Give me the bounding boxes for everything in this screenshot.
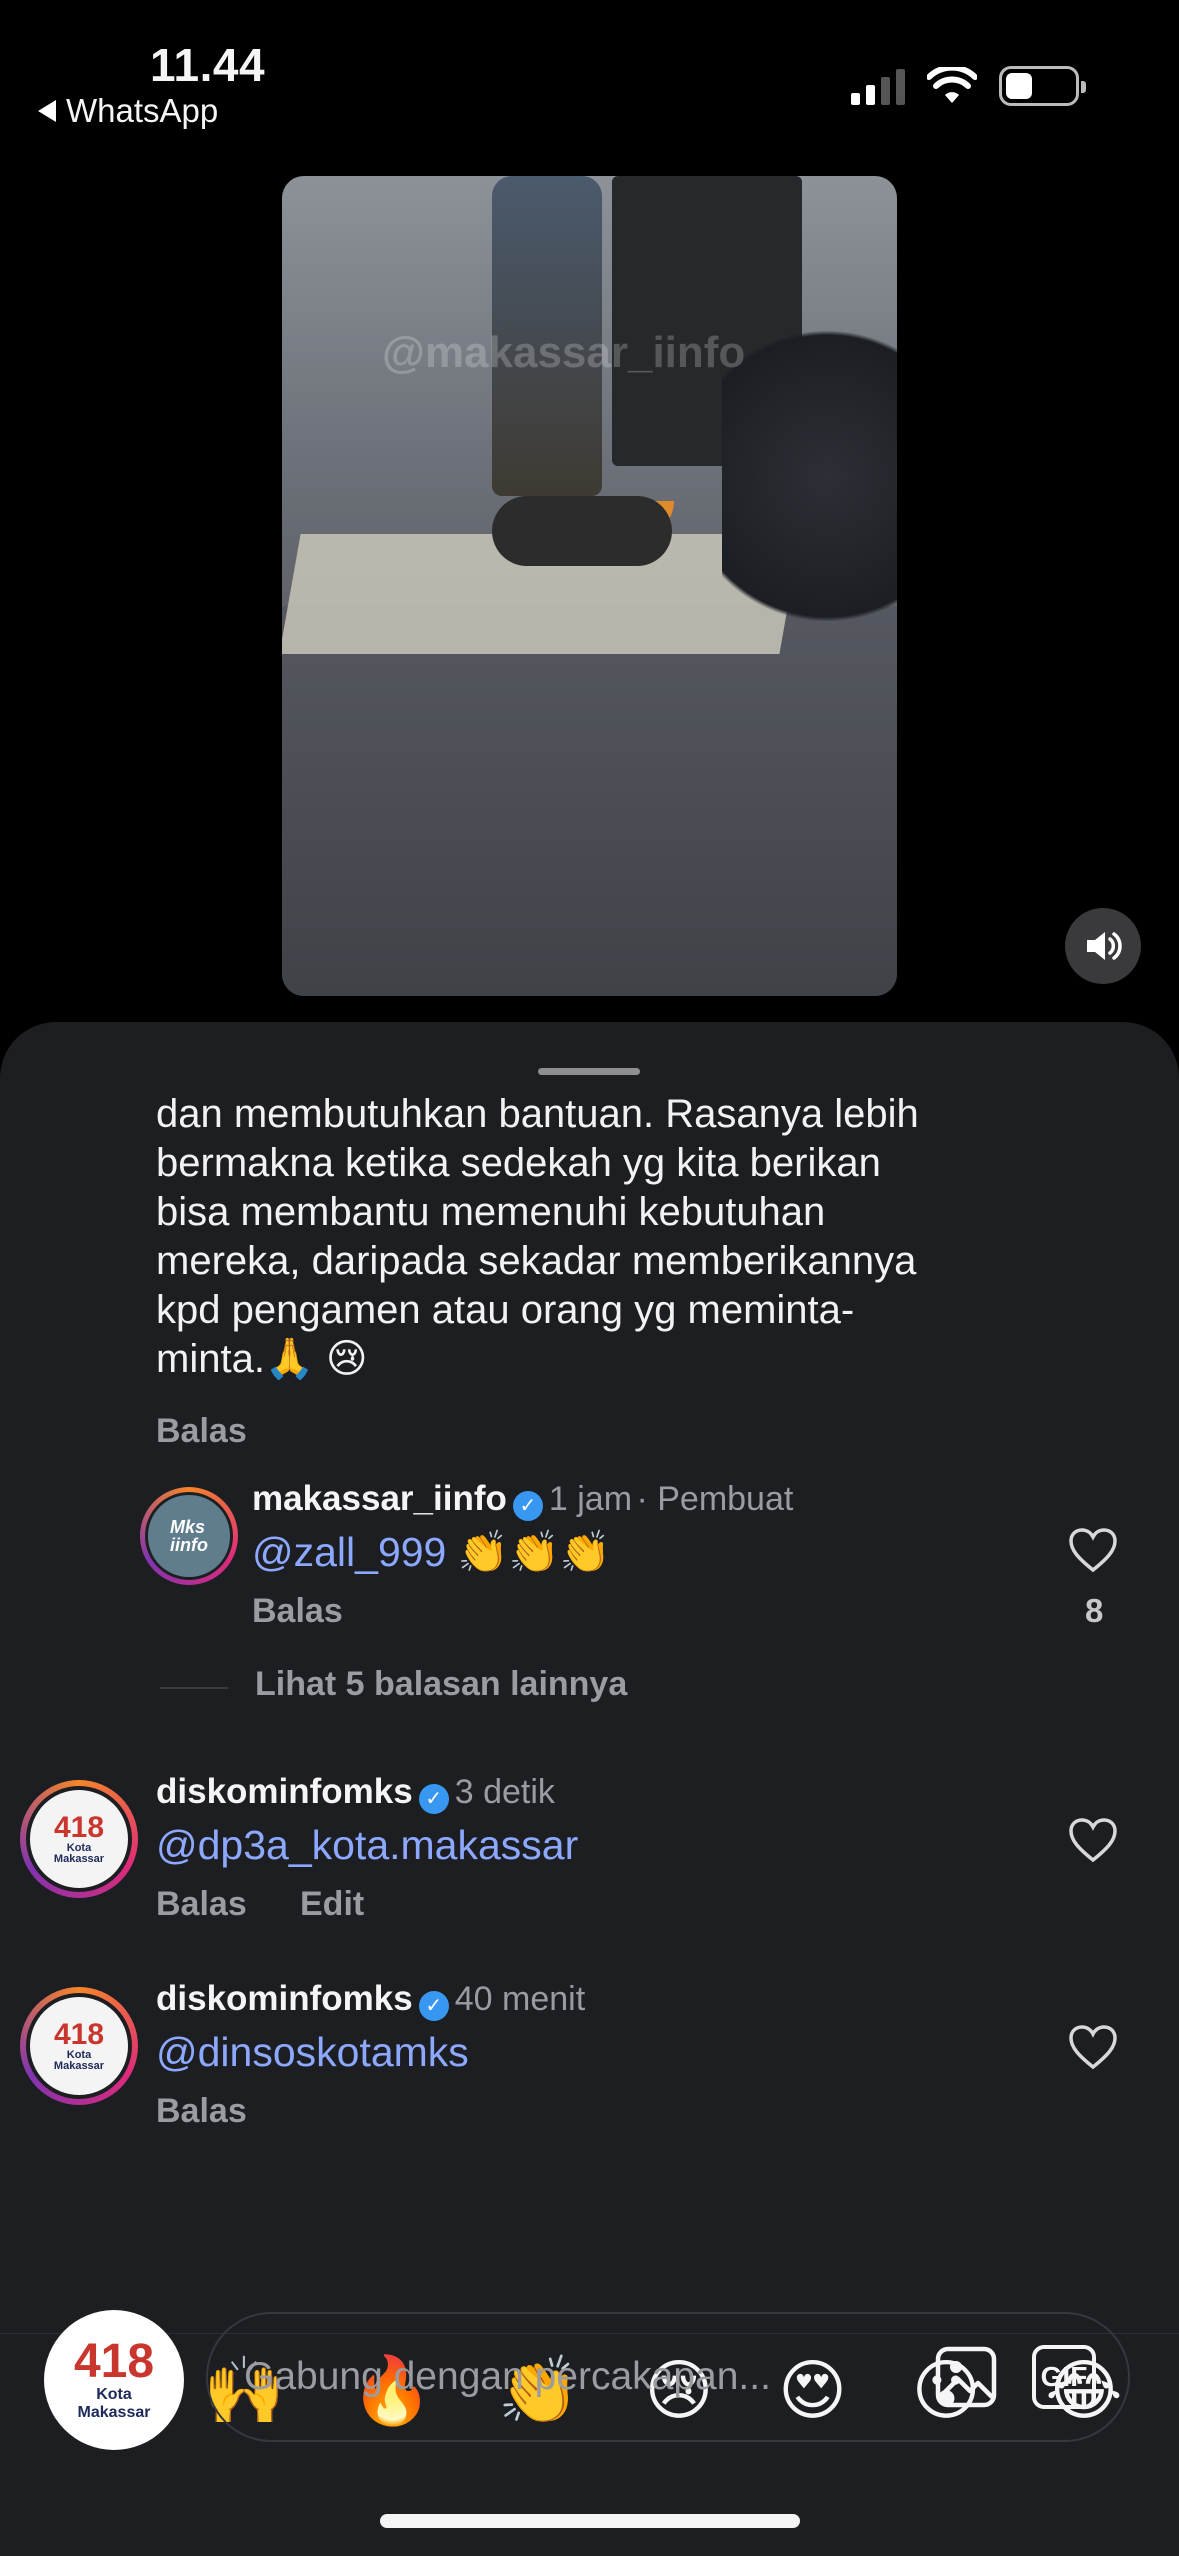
avatar[interactable]: 418 Kota Makassar <box>20 1987 138 2105</box>
status-time: 11.44 <box>150 39 266 91</box>
comment-input-placeholder: Gabung dengan percakapan... <box>244 2355 771 2398</box>
avatar-logo: 418 Kota Makassar <box>30 1997 128 2095</box>
heart-icon[interactable] <box>1068 2024 1118 2070</box>
reply-button[interactable]: Balas <box>156 1412 247 1451</box>
avatar[interactable]: 418 Kota Makassar <box>20 1780 138 1898</box>
volume-button[interactable] <box>1065 908 1141 984</box>
gif-button[interactable]: GIF <box>1030 2343 1098 2411</box>
verified-badge-icon: ✓ <box>418 1990 449 2021</box>
current-user-avatar: 418 Kota Makassar <box>44 2310 184 2450</box>
username[interactable]: diskominfomks <box>156 1772 413 1811</box>
reply-header: makassar_iinfo ✓ 1 jam · Pembuat <box>252 1479 793 1521</box>
reply-button[interactable]: Balas <box>156 1885 247 1924</box>
verified-badge-icon: ✓ <box>512 1490 543 1521</box>
comment-body: dan membutuhkan bantuan. Rasanya lebih b… <box>156 1092 1056 1384</box>
reply-text: @zall_999 👏👏👏 <box>252 1529 611 1575</box>
sheet-drag-handle[interactable] <box>538 1068 640 1075</box>
comment-line: bisa membantu memenuhi kebutuhan <box>156 1190 826 1234</box>
comment-header: diskominfomks ✓ 40 menit <box>156 1979 585 2021</box>
image-icon <box>935 2346 997 2408</box>
status-icons <box>851 66 1086 106</box>
avatar[interactable]: Mks iinfo <box>140 1487 238 1585</box>
cellular-signal-icon <box>851 67 905 105</box>
comment-line: dan membutuhkan bantuan. Rasanya lebih <box>156 1092 919 1136</box>
reply-button[interactable]: Balas <box>252 1592 343 1631</box>
back-to-app-button[interactable]: WhatsApp <box>38 92 218 130</box>
reply-button[interactable]: Balas <box>156 2092 247 2131</box>
avatar-logo: Mks iinfo <box>148 1495 230 1577</box>
comment-text[interactable]: @dp3a_kota.makassar <box>156 1822 578 1869</box>
battery-icon <box>999 66 1086 106</box>
view-more-replies-button[interactable]: Lihat 5 balasan lainnya <box>255 1665 627 1704</box>
speaker-icon <box>1087 932 1122 960</box>
username[interactable]: makassar_iinfo <box>252 1479 507 1518</box>
heart-icon[interactable] <box>1068 1817 1118 1863</box>
comment-line: minta.🙏 😢 <box>156 1337 368 1381</box>
username[interactable]: diskominfomks <box>156 1979 413 2018</box>
timestamp: 3 detik <box>454 1773 555 1811</box>
heart-icon[interactable] <box>1068 1527 1118 1573</box>
comments-list[interactable]: dan membutuhkan bantuan. Rasanya lebih b… <box>0 1087 1179 2187</box>
comment-header: diskominfomks ✓ 3 detik <box>156 1772 555 1814</box>
comment-input[interactable]: Gabung dengan percakapan... GIF <box>206 2312 1130 2442</box>
edit-button[interactable]: Edit <box>300 1885 364 1924</box>
home-indicator[interactable] <box>380 2514 800 2528</box>
timestamp: 1 jam <box>548 1480 633 1518</box>
comment-text[interactable]: @dinsoskotamks <box>156 2029 469 2076</box>
verified-badge-icon: ✓ <box>418 1783 449 1814</box>
image-button[interactable] <box>932 2343 1000 2411</box>
back-arrow-icon <box>38 100 56 122</box>
wifi-icon <box>927 67 977 103</box>
timestamp: 40 menit <box>454 1980 586 2018</box>
creator-label: · Pembuat <box>636 1480 794 1518</box>
video-player[interactable]: @makassar_iinfo <box>282 176 897 996</box>
video-watermark: @makassar_iinfo <box>382 328 746 377</box>
avatar-logo: 418 Kota Makassar <box>30 1790 128 1888</box>
back-app-label: WhatsApp <box>66 92 219 129</box>
comment-line: bermakna ketika sedekah yg kita berikan <box>156 1141 881 1185</box>
like-count: 8 <box>1085 1592 1104 1629</box>
comment-line: kpd pengamen atau orang yg meminta- <box>156 1288 855 1332</box>
comment-line: mereka, daripada sekadar memberikannya <box>156 1239 917 1283</box>
gif-icon: GIF <box>1032 2345 1096 2409</box>
